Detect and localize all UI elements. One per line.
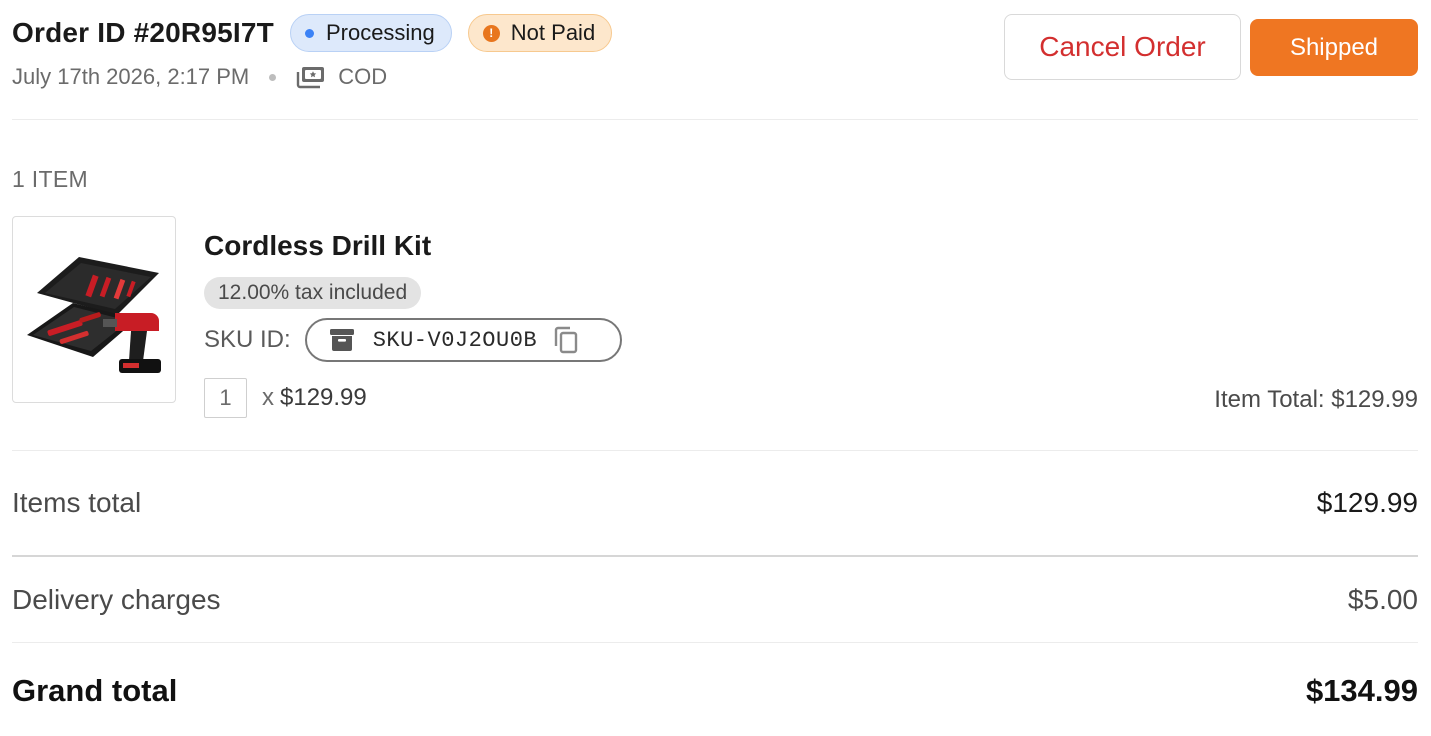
items-total-row: Items total $129.99 (12, 451, 1418, 557)
sku-label: SKU ID: (204, 326, 291, 353)
order-date: July 17th 2026, 2:17 PM (12, 64, 250, 89)
sku-chip: SKU-V0J2OU0B (304, 318, 622, 362)
unit-price: x $129.99 (262, 384, 367, 412)
warning-icon: ! (482, 24, 500, 42)
sku-value: SKU-V0J2OU0B (372, 327, 538, 353)
status-dot-icon (304, 28, 314, 38)
payment-method: COD (338, 64, 388, 89)
order-header: Order ID #20R95I7T Processing ! Not Paid… (12, 0, 1418, 120)
delivery-charges-label: Delivery charges (12, 583, 221, 615)
status-badge: Processing (289, 14, 452, 52)
order-items: 1 ITEM Cordless Drill Kit 12.00% tax inc… (12, 120, 1418, 451)
grand-total-label: Grand total (12, 673, 178, 708)
cash-payment-icon (297, 67, 325, 89)
payment-status-label: Not Paid (510, 20, 596, 45)
order-id: Order ID #20R95I7T (12, 17, 274, 48)
shipped-button[interactable]: Shipped (1250, 19, 1418, 76)
grand-total-row: Grand total $134.99 (12, 643, 1418, 736)
items-total-value: $129.99 (1316, 487, 1418, 518)
quantity-row: 1 x $129.99 (204, 378, 367, 418)
order-title-row: Order ID #20R95I7T Processing ! Not Paid (12, 14, 613, 52)
sku-row: SKU ID: SKU-V0J2OU0B (204, 318, 622, 362)
tax-badge: 12.00% tax included (204, 277, 422, 309)
product-thumbnail (12, 216, 176, 403)
delivery-charges-value: $5.00 (1347, 583, 1418, 615)
meta-separator (269, 73, 277, 81)
product-name: Cordless Drill Kit (204, 230, 432, 261)
multiply-sign: x (262, 384, 274, 411)
grand-total-value: $134.99 (1305, 673, 1418, 708)
payment-status-badge: ! Not Paid (467, 14, 613, 52)
order-meta: July 17th 2026, 2:17 PM COD (12, 64, 387, 90)
cancel-order-button[interactable]: Cancel Order (1004, 14, 1241, 80)
copy-icon[interactable] (553, 326, 579, 354)
items-total-label: Items total (12, 487, 142, 518)
order-detail-page: Order ID #20R95I7T Processing ! Not Paid… (0, 0, 1431, 736)
delivery-charges-row: Delivery charges $5.00 (12, 557, 1418, 643)
archive-icon (329, 329, 354, 351)
items-count: 1 ITEM (12, 166, 88, 192)
drill-kit-image (27, 256, 161, 373)
status-badge-label: Processing (325, 20, 435, 45)
quantity-box: 1 (204, 378, 247, 418)
item-total: Item Total: $129.99 (1214, 386, 1418, 413)
unit-price-value: $129.99 (280, 384, 367, 411)
